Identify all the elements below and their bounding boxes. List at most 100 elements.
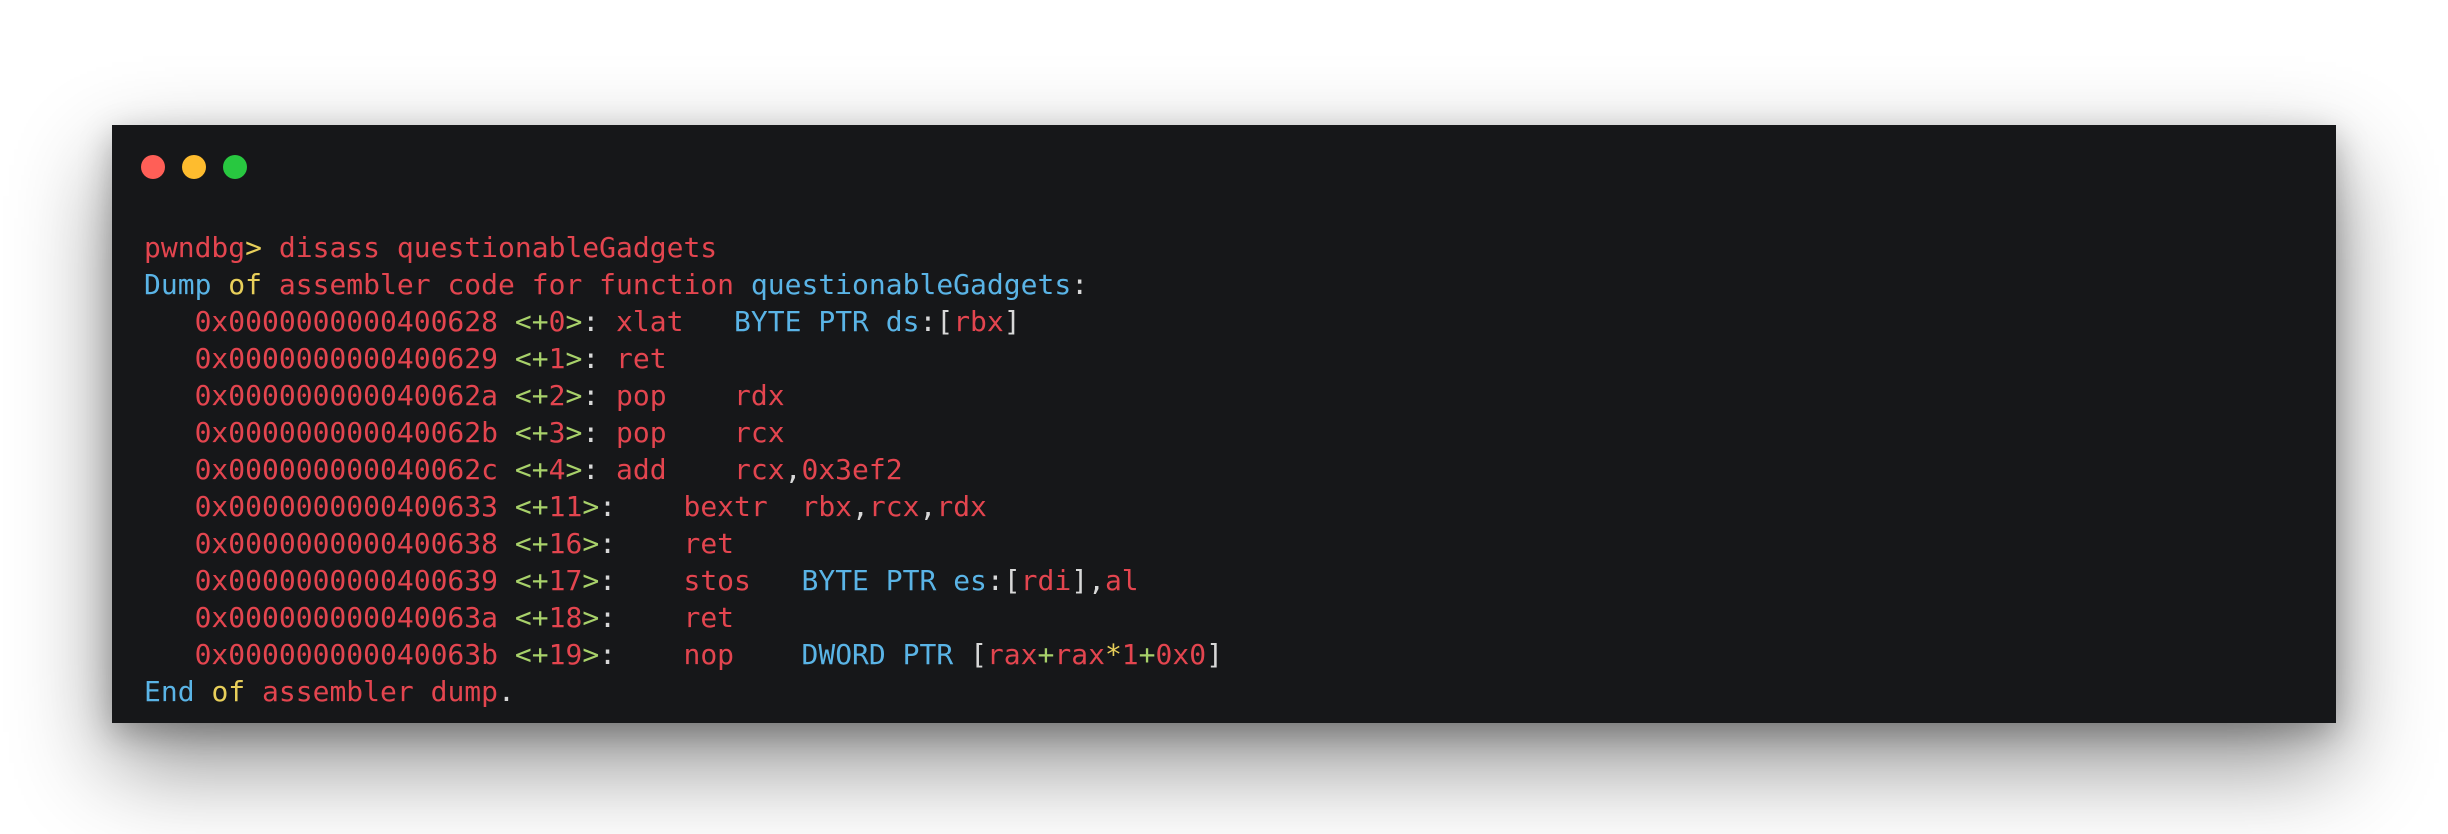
terminal-token: ,: [852, 490, 869, 523]
terminal-token: <+: [514, 416, 549, 449]
terminal-token: 0x0: [1155, 638, 1207, 671]
terminal-token: >: [565, 416, 583, 449]
terminal-output[interactable]: pwndbg> disass questionableGadgets Dump o…: [144, 229, 2304, 710]
terminal-token: <+: [514, 305, 549, 338]
terminal-token: pop rcx: [616, 416, 785, 449]
terminal-token: 17: [548, 564, 583, 597]
terminal-token: End: [144, 675, 212, 708]
terminal-token: BYTE PTR ds: [734, 305, 920, 338]
terminal-token: [: [970, 638, 987, 671]
terminal-token: ret: [683, 601, 735, 634]
terminal-token: assembler dump: [262, 675, 499, 708]
terminal-token: 0x000000000040062a: [144, 379, 515, 412]
terminal-token: 2: [548, 379, 566, 412]
terminal-token: ,: [919, 490, 937, 523]
terminal-token: ]: [1003, 305, 1021, 338]
terminal-token: 19: [548, 638, 583, 671]
terminal-token: >: [582, 638, 600, 671]
terminal-token: BYTE PTR es: [801, 564, 987, 597]
terminal-token: :: [582, 305, 617, 338]
terminal-token: 0x0000000000400639: [144, 564, 515, 597]
terminal-token: >: [565, 305, 583, 338]
terminal-token: 1: [1121, 638, 1139, 671]
terminal-token: 1: [548, 342, 566, 375]
terminal-token: DWORD PTR: [801, 638, 971, 671]
terminal-token: :: [599, 638, 684, 671]
terminal-token: <+: [514, 527, 549, 560]
terminal-token: :: [582, 379, 617, 412]
terminal-token: ],: [1071, 564, 1105, 597]
terminal-token: 0x000000000040063b: [144, 638, 515, 671]
terminal-token: rax: [1054, 638, 1105, 671]
terminal-token: <+: [514, 638, 549, 671]
terminal-token: >: [565, 453, 583, 486]
terminal-token: 0x000000000040062b: [144, 416, 515, 449]
terminal-token: <+: [514, 601, 549, 634]
terminal-token: >: [245, 231, 279, 264]
terminal-token: :: [599, 601, 684, 634]
terminal-token: :: [582, 453, 617, 486]
terminal-token: <+: [514, 342, 549, 375]
output-line: 0x000000000040062c <+4>: add rcx,0x3ef2: [144, 451, 2304, 488]
terminal-token: 16: [548, 527, 583, 560]
terminal-token: <+: [514, 490, 549, 523]
terminal-token: rdx: [936, 490, 987, 523]
terminal-token: >: [565, 379, 583, 412]
terminal-token: nop: [683, 638, 802, 671]
output-line: Dump of assembler code for function ques…: [144, 266, 2304, 303]
output-line: 0x0000000000400633 <+11>: bextr rbx,rcx,…: [144, 488, 2304, 525]
terminal-token: rbx: [953, 305, 1004, 338]
minimize-window-button[interactable]: [182, 155, 206, 179]
terminal-token: stos: [683, 564, 802, 597]
terminal-token: 0x000000000040063a: [144, 601, 515, 634]
terminal-token: +: [1037, 638, 1055, 671]
terminal-token: :: [582, 416, 617, 449]
terminal-token: <+: [514, 379, 549, 412]
terminal-token: 0x3ef2: [801, 453, 903, 486]
terminal-token: ret: [683, 527, 735, 560]
terminal-token: bextr rbx: [683, 490, 853, 523]
close-window-button[interactable]: [141, 155, 165, 179]
terminal-token: questionableGadgets: [750, 268, 1072, 301]
zoom-window-button[interactable]: [223, 155, 247, 179]
terminal-token: :: [599, 490, 684, 523]
window-controls: [141, 155, 247, 179]
terminal-token: :: [1071, 268, 1089, 301]
terminal-token: pop rdx: [616, 379, 785, 412]
terminal-token: .: [498, 675, 515, 708]
output-line: 0x0000000000400629 <+1>: ret: [144, 340, 2304, 377]
terminal-token: *: [1104, 638, 1122, 671]
terminal-token: rax: [986, 638, 1038, 671]
terminal-token: ret: [616, 342, 667, 375]
terminal-token: rcx: [868, 490, 920, 523]
terminal-token: xlat: [616, 305, 735, 338]
terminal-token: 0x0000000000400633: [144, 490, 515, 523]
terminal-window: pwndbg> disass questionableGadgets Dump o…: [112, 125, 2336, 723]
terminal-token: add rcx: [616, 453, 785, 486]
output-line: 0x0000000000400638 <+16>: ret: [144, 525, 2304, 562]
command-line: pwndbg> disass questionableGadgets: [144, 229, 2304, 266]
terminal-token: 0x0000000000400629: [144, 342, 515, 375]
output-line: 0x000000000040062a <+2>: pop rdx: [144, 377, 2304, 414]
terminal-token: :: [599, 564, 684, 597]
terminal-token: 0x000000000040062c: [144, 453, 515, 486]
terminal-token: <+: [514, 453, 549, 486]
terminal-token: disass questionableGadgets: [278, 231, 718, 264]
terminal-token: 0x0000000000400638: [144, 527, 515, 560]
terminal-token: rdi: [1020, 564, 1072, 597]
terminal-token: <+: [514, 564, 549, 597]
terminal-token: :: [582, 342, 617, 375]
terminal-token: Dump: [144, 268, 229, 301]
terminal-token: >: [582, 564, 600, 597]
terminal-token: :[: [919, 305, 954, 338]
terminal-token: 3: [548, 416, 566, 449]
terminal-token: ]: [1206, 638, 1223, 671]
terminal-token: pwndbg: [144, 231, 246, 264]
output-line: 0x000000000040063b <+19>: nop DWORD PTR …: [144, 636, 2304, 673]
terminal-token: al: [1104, 564, 1139, 597]
terminal-token: >: [582, 601, 600, 634]
terminal-token: :[: [986, 564, 1021, 597]
terminal-token: >: [565, 342, 583, 375]
terminal-token: 0: [548, 305, 566, 338]
terminal-token: +: [1138, 638, 1156, 671]
